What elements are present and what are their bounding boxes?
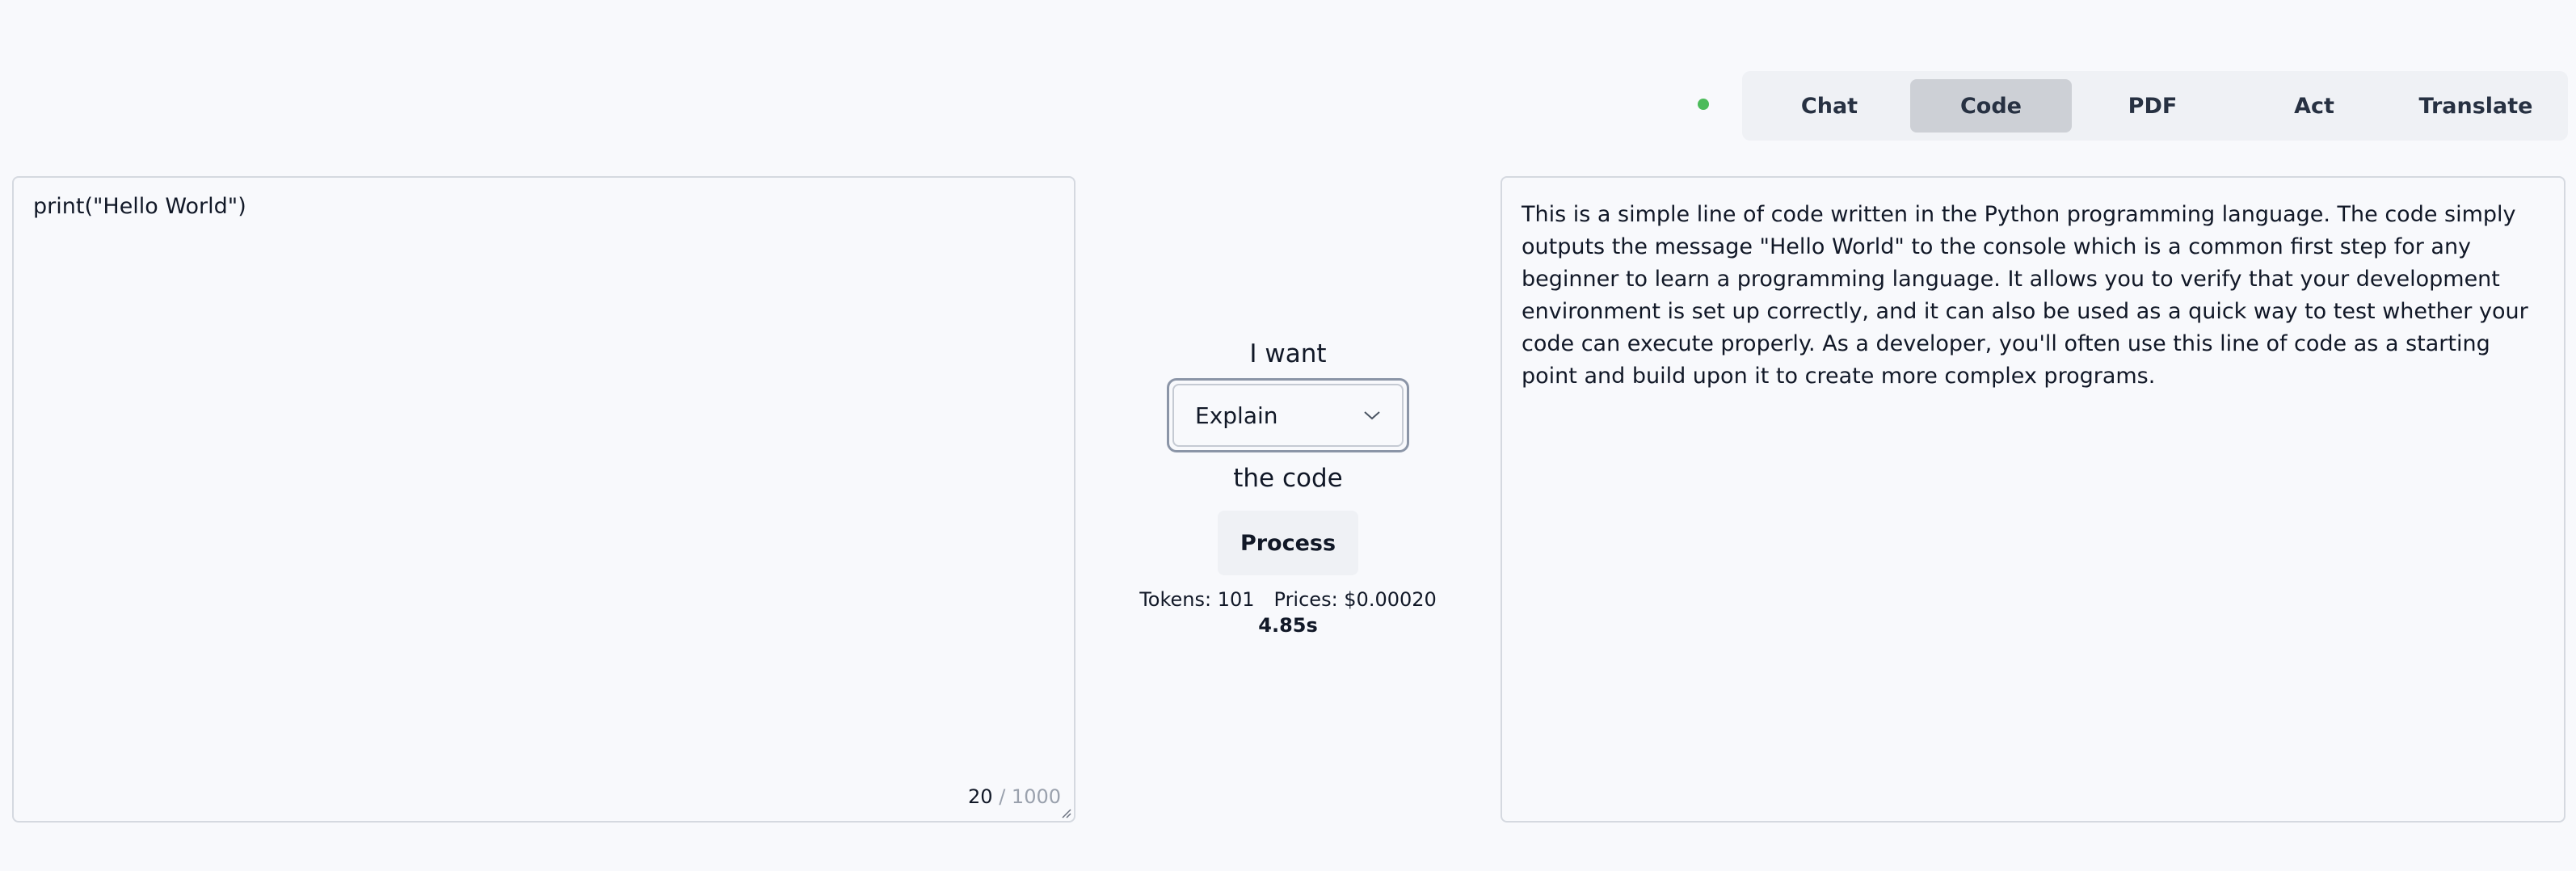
output-panel: This is a simple line of code written in… bbox=[1501, 176, 2565, 823]
price-amount: Prices: $0.00020 bbox=[1273, 588, 1437, 611]
resize-handle-icon[interactable] bbox=[1060, 807, 1071, 818]
process-button[interactable]: Process bbox=[1218, 511, 1358, 575]
tab-act[interactable]: Act bbox=[2233, 79, 2395, 133]
character-counter: 20 / 1000 bbox=[968, 785, 1061, 808]
tab-chat[interactable]: Chat bbox=[1749, 79, 1910, 133]
action-prefix-label: I want bbox=[1249, 339, 1327, 368]
chevron-down-icon bbox=[1364, 411, 1380, 420]
code-input-value: print("Hello World") bbox=[33, 194, 246, 219]
character-limit: 1000 bbox=[1011, 785, 1061, 808]
action-suffix-label: the code bbox=[1233, 464, 1343, 493]
character-count-separator: / bbox=[999, 785, 1006, 808]
tokens-count: Tokens: 101 bbox=[1139, 588, 1255, 611]
code-input[interactable]: print("Hello World") 20 / 1000 bbox=[12, 176, 1075, 823]
status-indicator bbox=[1698, 99, 1709, 110]
tab-code[interactable]: Code bbox=[1910, 79, 2072, 133]
action-select-focus-ring: Explain bbox=[1167, 378, 1409, 452]
tab-translate[interactable]: Translate bbox=[2395, 79, 2557, 133]
character-count: 20 bbox=[968, 785, 993, 808]
output-text: This is a simple line of code written in… bbox=[1522, 202, 2528, 389]
action-select-value: Explain bbox=[1195, 402, 1278, 429]
mode-tabs: Chat Code PDF Act Translate bbox=[1742, 71, 2568, 141]
tab-pdf[interactable]: PDF bbox=[2072, 79, 2233, 133]
action-select[interactable]: Explain bbox=[1172, 384, 1404, 447]
elapsed-time: 4.85s bbox=[1258, 614, 1318, 637]
usage-stats: Tokens: 101 Prices: $0.00020 bbox=[1115, 588, 1461, 611]
action-controls: I want Explain the code Process Tokens: … bbox=[1115, 339, 1461, 637]
